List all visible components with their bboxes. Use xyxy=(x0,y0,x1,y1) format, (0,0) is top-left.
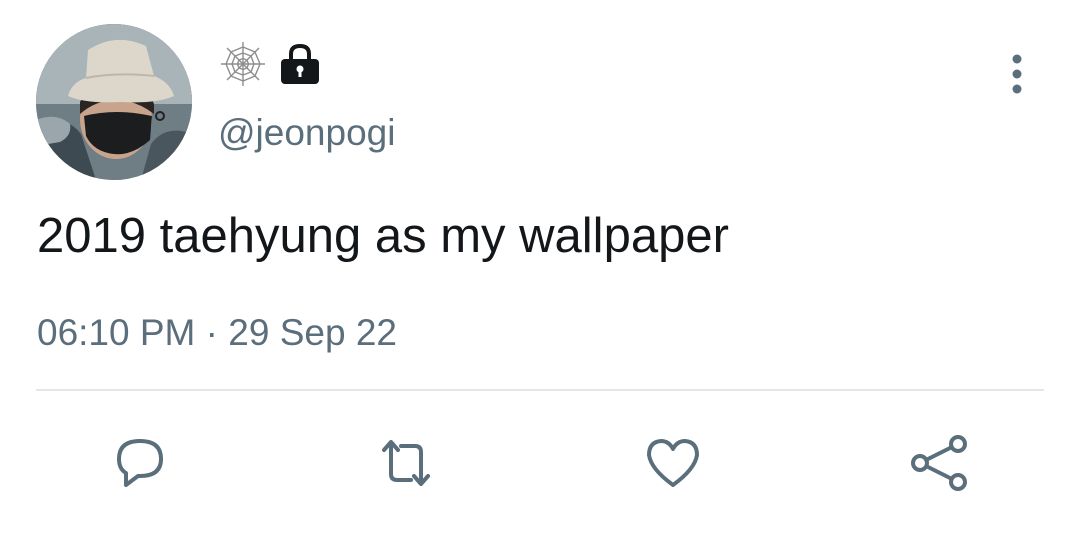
tweet-time: 06:10 PM xyxy=(37,312,196,353)
retweet-button[interactable] xyxy=(371,428,441,498)
username-handle[interactable]: @jeonpogi xyxy=(218,112,395,154)
reply-button[interactable] xyxy=(105,428,175,498)
avatar[interactable] xyxy=(36,24,192,180)
spiderweb-icon xyxy=(218,39,268,94)
divider xyxy=(36,389,1044,391)
like-button[interactable] xyxy=(638,428,708,498)
more-vertical-icon xyxy=(1012,54,1022,94)
tweet-text: 2019 taehyung as my wallpaper xyxy=(37,209,729,263)
lock-icon xyxy=(278,42,322,91)
share-button[interactable] xyxy=(904,428,974,498)
tweet-date: 29 Sep 22 xyxy=(228,312,397,353)
tweet-timestamp: 06:10 PM · 29 Sep 22 xyxy=(37,312,397,354)
meta-separator: · xyxy=(205,312,218,353)
more-menu-button[interactable] xyxy=(1002,52,1032,98)
name-row xyxy=(218,40,322,92)
like-icon xyxy=(647,439,699,487)
reply-icon xyxy=(117,439,163,487)
share-icon xyxy=(911,435,967,491)
retweet-icon xyxy=(382,440,430,486)
